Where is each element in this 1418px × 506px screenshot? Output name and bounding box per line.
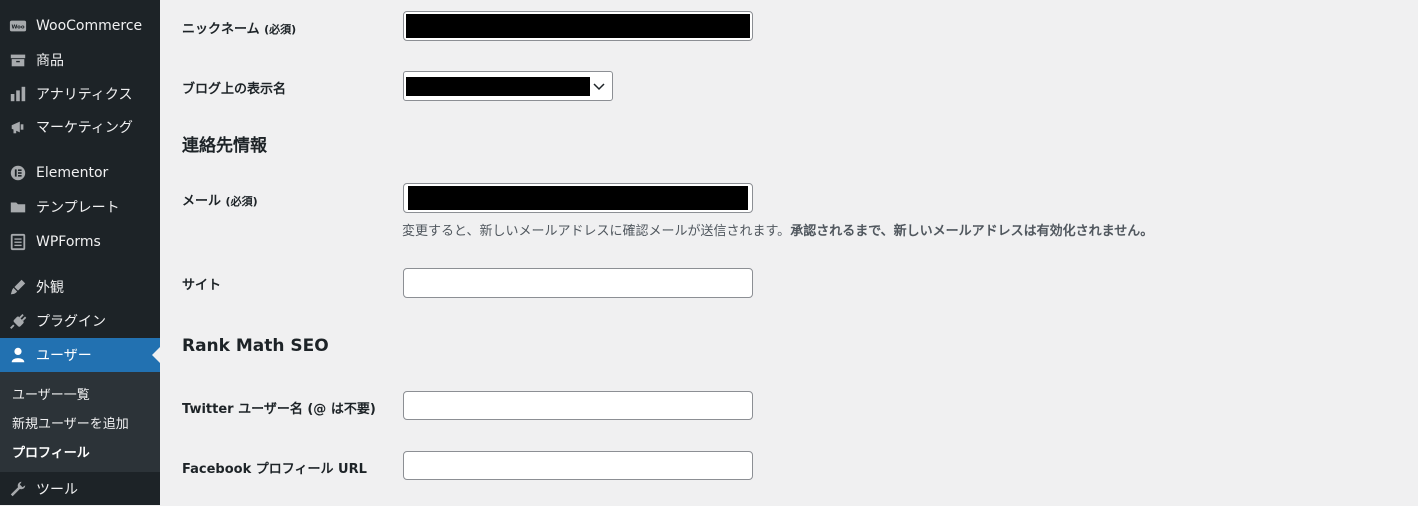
submenu-item-profile[interactable]: プロフィール [12,442,90,461]
required-marker: (必須) [264,23,297,36]
nickname-input[interactable] [403,11,753,41]
woo-icon: Woo [8,16,28,36]
submenu-item-add-user[interactable]: 新規ユーザーを追加 [12,413,129,432]
sidebar-item-label: プラグイン [36,314,106,330]
elementor-icon [8,163,28,183]
redacted-value [406,77,590,96]
chevron-down-icon [593,83,605,91]
sidebar-item-elementor[interactable]: Elementor [0,156,160,190]
facebook-url-input[interactable] [403,451,753,480]
user-icon [8,345,28,365]
sidebar-item-label: WooCommerce [36,18,143,34]
chart-bar-icon [8,84,28,104]
nickname-label: ニックネーム (必須) [182,18,296,37]
redacted-value [408,186,748,210]
sidebar-item-label: 外観 [36,280,64,296]
svg-text:Woo: Woo [11,25,24,31]
sidebar-item-label: マーケティング [36,120,133,136]
required-marker: (必須) [225,195,258,208]
wrench-icon [8,479,28,499]
sidebar-item-label: ユーザー [36,348,92,364]
sidebar-item-appearance[interactable]: 外観 [0,270,160,304]
plugin-icon [8,311,28,331]
sidebar-item-label: 商品 [36,53,64,69]
sidebar-item-label: アナリティクス [36,87,133,103]
facebook-label: Facebook プロフィール URL [182,462,367,477]
rank-math-heading: Rank Math SEO [182,336,329,356]
sidebar-item-label: WPForms [36,234,101,250]
email-desc-bold: 承認されるまで、新しいメールアドレスは有効化されません。 [790,224,1154,239]
nickname-label-text: ニックネーム [182,22,260,37]
users-submenu: ユーザー一覧 新規ユーザーを追加 プロフィール [0,372,160,472]
megaphone-icon [8,117,28,137]
sidebar-item-marketing[interactable]: マーケティング [0,110,160,144]
submenu-item-all-users[interactable]: ユーザー一覧 [12,384,90,403]
archive-icon [8,50,28,70]
email-label-text: メール [182,194,222,209]
sidebar-item-label: ツール [36,482,78,498]
twitter-username-input[interactable] [403,391,753,420]
admin-sidebar: Woo WooCommerce 商品 アナリティクス マーケティング Eleme… [0,0,160,505]
sidebar-item-users[interactable]: ユーザー [0,338,160,372]
email-description: 変更すると、新しいメールアドレスに確認メールが送信されます。承認されるまで、新し… [402,220,1153,239]
sidebar-item-woocommerce[interactable]: Woo WooCommerce [0,9,160,43]
sidebar-item-tools[interactable]: ツール [0,472,160,506]
redacted-value [406,14,750,38]
sidebar-item-templates[interactable]: テンプレート [0,190,160,224]
site-label: サイト [182,278,222,293]
sidebar-item-label: Elementor [36,165,109,181]
twitter-label: Twitter ユーザー名 (@ は不要) [182,402,376,417]
sidebar-item-wpforms[interactable]: WPForms [0,225,160,259]
email-input[interactable] [403,183,753,213]
form-icon [8,232,28,252]
paintbrush-icon [8,277,28,297]
email-desc-normal: 変更すると、新しいメールアドレスに確認メールが送信されます。 [402,224,791,239]
profile-form: ニックネーム (必須) ブログ上の表示名 連絡先情報 メール (必須) 変更する… [160,0,1418,505]
display-name-label: ブログ上の表示名 [182,82,287,97]
sidebar-item-label: テンプレート [36,200,120,216]
email-label: メール (必須) [182,190,258,209]
display-name-select[interactable] [403,71,613,101]
sidebar-item-products[interactable]: 商品 [0,43,160,77]
folder-icon [8,197,28,217]
contact-info-heading: 連絡先情報 [182,136,267,156]
sidebar-item-plugins[interactable]: プラグイン [0,304,160,338]
sidebar-item-analytics[interactable]: アナリティクス [0,77,160,111]
site-input[interactable] [403,268,753,298]
